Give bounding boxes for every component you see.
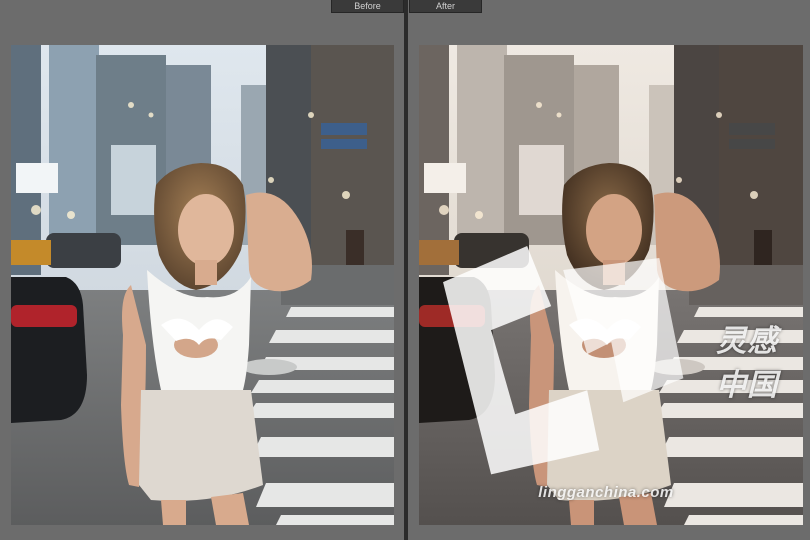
before-image-panel[interactable] [11, 45, 394, 525]
after-image-panel[interactable]: 灵感中国 lingganchina.com [419, 45, 803, 525]
lg-logo-icon [443, 245, 684, 474]
watermark-url: lingganchina.com [538, 484, 674, 501]
before-after-compare-view: Before After 灵感中国 lingganchina.com [0, 0, 810, 540]
watermark-main: 灵感中国 [419, 234, 793, 486]
after-label: After [409, 0, 482, 13]
before-label: Before [331, 0, 404, 13]
split-divider[interactable] [404, 0, 408, 540]
watermark-chinese-text: 灵感中国 [716, 323, 779, 403]
watermark: 灵感中国 lingganchina.com [419, 234, 793, 501]
before-photo [11, 45, 394, 525]
